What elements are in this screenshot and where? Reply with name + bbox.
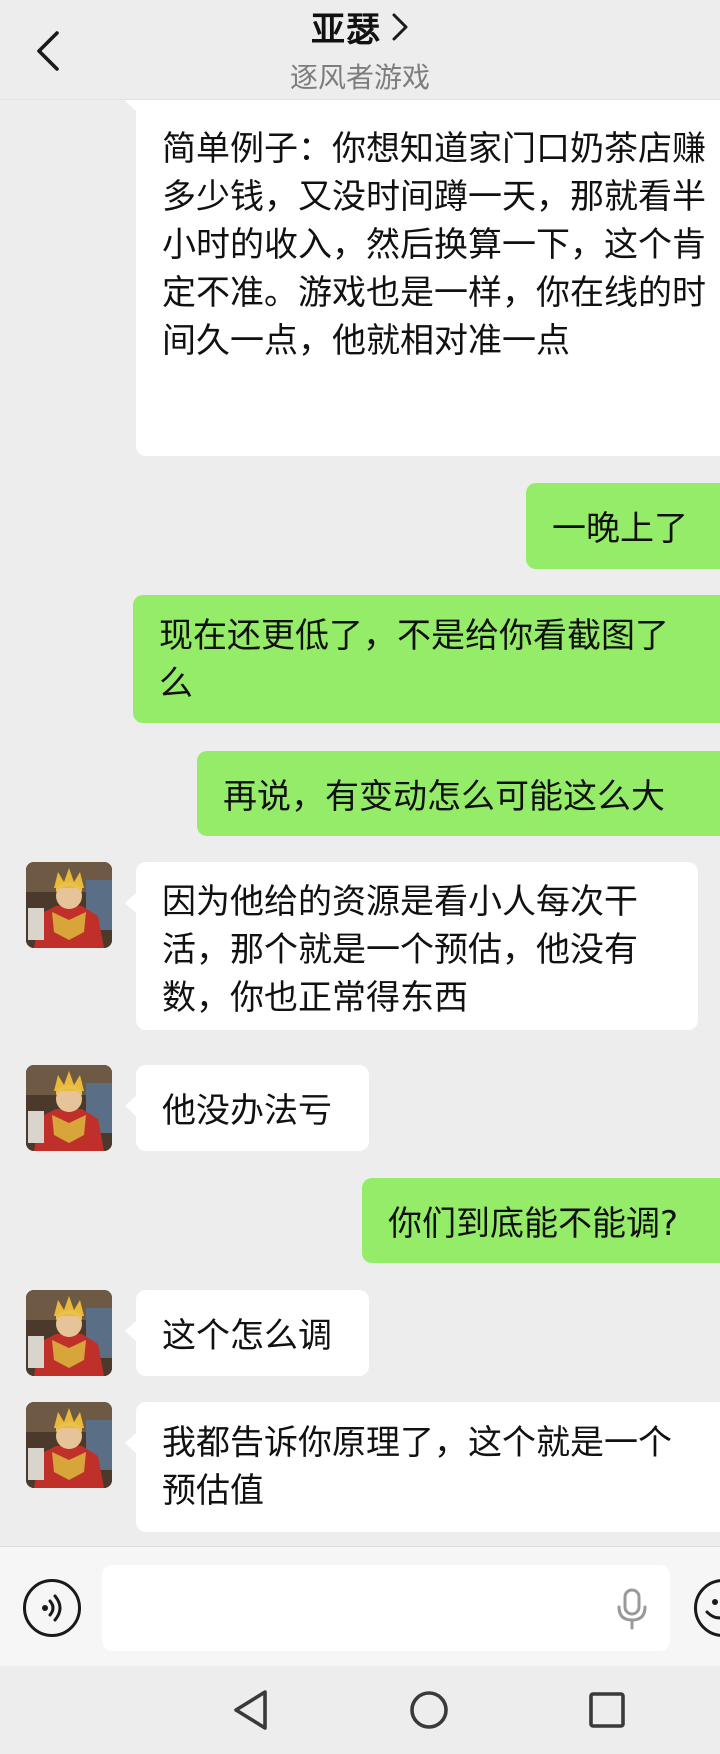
message-bubble-outgoing[interactable]: 一晚上了 bbox=[526, 483, 720, 569]
voice-button[interactable] bbox=[23, 1579, 81, 1637]
message-bubble-outgoing[interactable]: 你们到底能不能调? bbox=[362, 1178, 720, 1263]
message-bubble-incoming[interactable]: 他没办法亏 bbox=[125, 1065, 369, 1151]
input-bar bbox=[0, 1546, 720, 1666]
message-bubble-incoming[interactable]: 这个怎么调 bbox=[125, 1290, 369, 1376]
system-nav-bar bbox=[0, 1666, 720, 1754]
chevron-right-icon bbox=[392, 13, 408, 40]
emoji-icon bbox=[705, 1599, 720, 1620]
square-recents-icon bbox=[589, 1692, 625, 1728]
knight-avatar-image bbox=[26, 862, 112, 948]
knight-avatar-image bbox=[26, 1065, 112, 1151]
message-text: 简单例子：你想知道家门口奶茶店赚多少钱，又没时间蹲一天，那就看半小时的收入，然后… bbox=[162, 129, 706, 361]
message-bubble-outgoing[interactable]: 再说，有变动怎么可能这么大 bbox=[197, 751, 720, 836]
nav-recents-button[interactable] bbox=[583, 1686, 631, 1734]
knight-avatar-image bbox=[26, 1402, 112, 1488]
message-bubble-incoming[interactable]: 我都告诉你原理了，这个就是一个预估值 bbox=[125, 1402, 720, 1532]
microphone-icon[interactable] bbox=[614, 1587, 650, 1631]
message-input[interactable] bbox=[102, 1565, 670, 1651]
avatar[interactable] bbox=[26, 1290, 112, 1376]
chat-title-link[interactable]: 亚瑟 bbox=[0, 2, 720, 51]
message-bubble-outgoing[interactable]: 现在还更低了，不是给你看截图了么 bbox=[133, 595, 720, 723]
avatar[interactable] bbox=[26, 862, 112, 948]
nav-home-button[interactable] bbox=[405, 1686, 453, 1734]
message-text: 一晚上了 bbox=[552, 509, 688, 549]
circle-home-icon bbox=[410, 1691, 448, 1729]
message-list[interactable]: 简单例子：你想知道家门口奶茶店赚多少钱，又没时间蹲一天，那就看半小时的收入，然后… bbox=[0, 100, 720, 1546]
avatar[interactable] bbox=[26, 1065, 112, 1151]
chat-header: 亚瑟 逐风者游戏 bbox=[0, 0, 720, 100]
message-text: 我都告诉你原理了，这个就是一个预估值 bbox=[162, 1423, 672, 1511]
message-text: 他没办法亏 bbox=[162, 1091, 332, 1131]
avatar[interactable] bbox=[26, 1402, 112, 1488]
message-text: 现在还更低了，不是给你看截图了么 bbox=[159, 616, 669, 704]
message-text: 这个怎么调 bbox=[162, 1316, 332, 1356]
emoji-button[interactable] bbox=[694, 1579, 720, 1637]
message-bubble-incoming[interactable]: 因为他给的资源是看小人每次干活，那个就是一个预估，他没有数，你也正常得东西 bbox=[125, 862, 698, 1030]
triangle-back-icon bbox=[234, 1690, 267, 1730]
chat-title: 亚瑟 bbox=[311, 10, 381, 50]
message-text: 因为他给的资源是看小人每次干活，那个就是一个预估，他没有数，你也正常得东西 bbox=[162, 882, 638, 1018]
chat-subtitle: 逐风者游戏 bbox=[289, 61, 430, 94]
message-bubble-incoming[interactable]: 简单例子：你想知道家门口奶茶店赚多少钱，又没时间蹲一天，那就看半小时的收入，然后… bbox=[125, 100, 720, 456]
message-text: 你们到底能不能调? bbox=[388, 1204, 679, 1244]
voice-icon bbox=[42, 1594, 62, 1622]
message-text: 再说，有变动怎么可能这么大 bbox=[223, 777, 665, 817]
knight-avatar-image bbox=[26, 1290, 112, 1376]
nav-back-button[interactable] bbox=[226, 1686, 274, 1734]
